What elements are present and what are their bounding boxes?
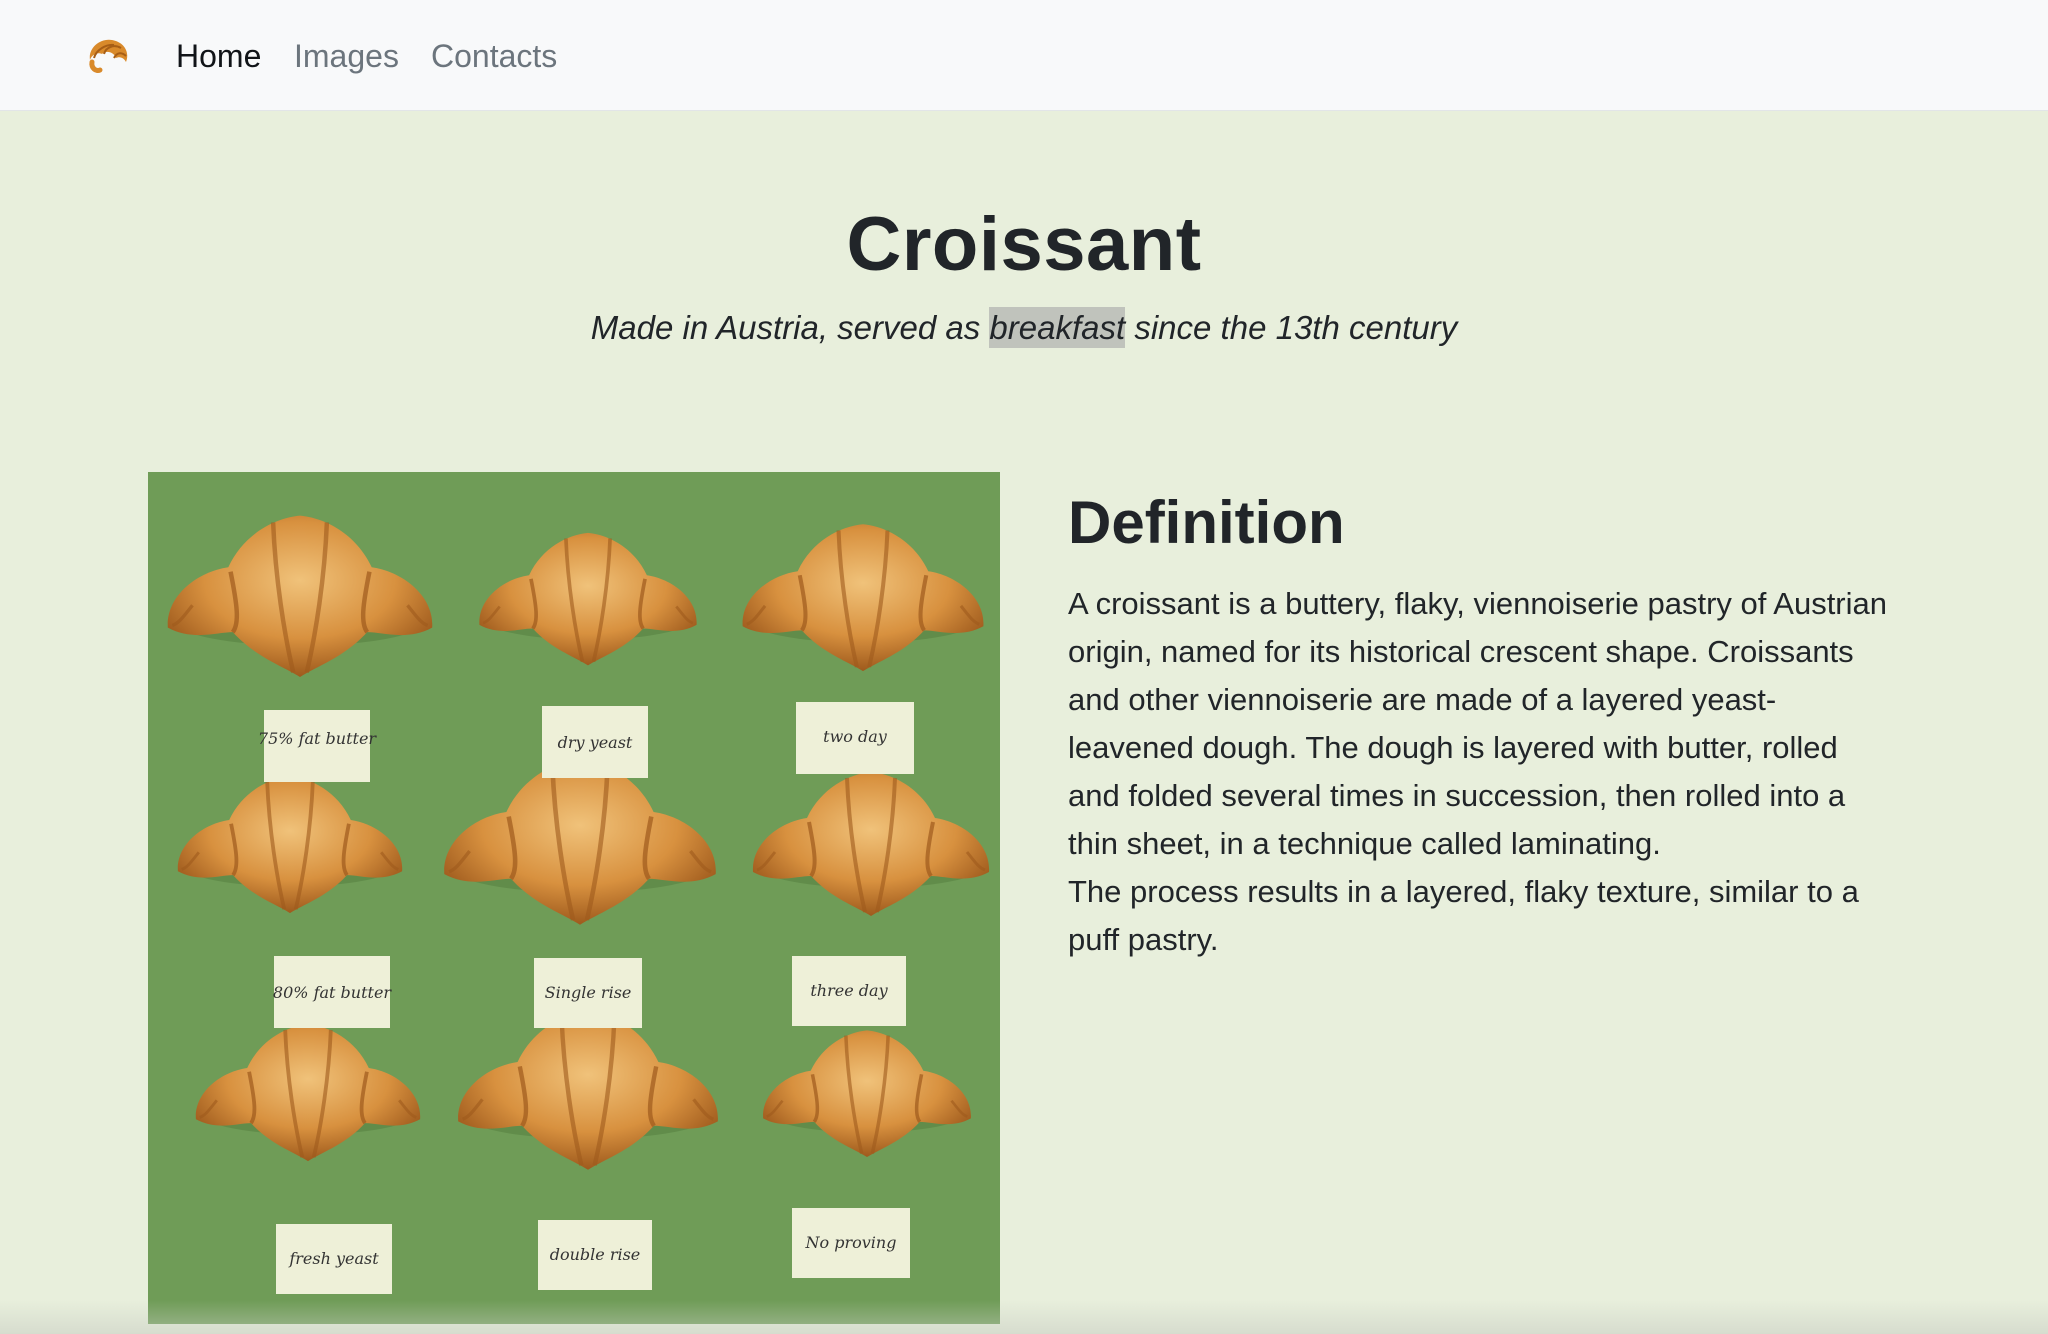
definition-paragraph-1: A croissant is a buttery, flaky, viennoi… (1068, 586, 1888, 861)
croissant-grid-illustration: 75% fat butter dry yeast two day 80% fat… (148, 472, 1000, 1324)
page-subtitle: Made in Austria, served as breakfast sin… (0, 306, 2048, 350)
label-text-2: dry yeast (558, 733, 633, 752)
label-card: double rise (538, 1220, 652, 1290)
page-title: Croissant (846, 202, 1202, 287)
label-card: three day (792, 956, 906, 1026)
label-text-3: two day (823, 727, 888, 746)
croissant-icon[interactable] (84, 32, 132, 80)
label-card: two day (796, 702, 914, 774)
subtitle-text-end: since the 13th century (1125, 309, 1458, 346)
label-text-6: three day (810, 981, 888, 1000)
label-card: fresh yeast (276, 1224, 392, 1294)
subtitle-text-start: Made in Austria, served as (590, 309, 990, 346)
bottom-fade (0, 1300, 2048, 1334)
definition-body: A croissant is a buttery, flaky, viennoi… (1068, 580, 1898, 964)
nav-images[interactable]: Images (294, 36, 399, 76)
label-text-5: Single rise (545, 983, 632, 1002)
label-card: 75% fat butter (258, 710, 378, 782)
label-text-8: double rise (550, 1245, 641, 1264)
label-card: No proving (792, 1208, 910, 1278)
label-card: Single rise (534, 958, 642, 1028)
definition-heading: Definition (1068, 489, 1345, 556)
navbar: Home Images Contacts (0, 0, 2048, 111)
nav-contacts[interactable]: Contacts (431, 36, 557, 76)
nav-home[interactable]: Home (176, 36, 261, 76)
label-card: dry yeast (542, 706, 648, 778)
label-text-7: fresh yeast (288, 1249, 379, 1268)
label-text-1: 75% fat butter (258, 729, 378, 748)
label-text-9: No proving (805, 1233, 897, 1252)
croissant-comparison-photo: 75% fat butter dry yeast two day 80% fat… (148, 472, 1000, 1324)
subtitle-highlight: breakfast (989, 307, 1126, 348)
label-text-4: 80% fat butter (273, 983, 393, 1002)
label-card: 80% fat butter (273, 956, 393, 1028)
definition-paragraph-2: The process results in a layered, flaky … (1068, 874, 1859, 957)
